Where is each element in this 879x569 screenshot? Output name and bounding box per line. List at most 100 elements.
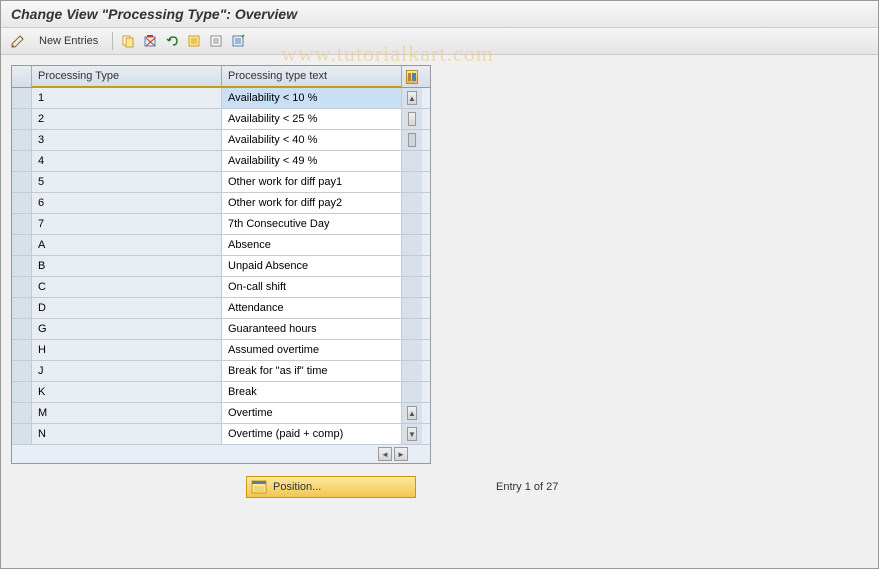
cell-processing-type[interactable]: C — [32, 277, 222, 297]
cell-processing-text[interactable]: Break for "as if" time — [222, 361, 402, 381]
scroll-thumb[interactable] — [408, 112, 416, 126]
table-row[interactable]: 4Availability < 49 % — [12, 151, 430, 172]
table-row[interactable]: NOvertime (paid + comp) ▼ — [12, 424, 430, 445]
scroll-cell — [402, 151, 422, 171]
row-marker-header[interactable] — [12, 66, 32, 87]
position-button[interactable]: Position... — [246, 476, 416, 498]
table-row[interactable]: AAbsence — [12, 235, 430, 256]
cell-processing-text[interactable]: Other work for diff pay1 — [222, 172, 402, 192]
cell-processing-text[interactable]: Attendance — [222, 298, 402, 318]
row-marker[interactable] — [12, 172, 32, 192]
row-marker[interactable] — [12, 214, 32, 234]
table-row[interactable]: KBreak — [12, 382, 430, 403]
cell-processing-text[interactable]: Guaranteed hours — [222, 319, 402, 339]
row-marker[interactable] — [12, 235, 32, 255]
new-entries-button[interactable]: New Entries — [31, 33, 106, 49]
row-marker[interactable] — [12, 109, 32, 129]
row-marker[interactable] — [12, 88, 32, 108]
scroll-cell — [402, 382, 422, 402]
cell-processing-type[interactable]: M — [32, 403, 222, 423]
row-marker[interactable] — [12, 277, 32, 297]
scroll-up-small-icon[interactable]: ▲ — [407, 406, 417, 420]
cell-processing-type[interactable]: A — [32, 235, 222, 255]
delete-icon[interactable] — [141, 32, 159, 50]
cell-processing-text[interactable]: Availability < 40 % — [222, 130, 402, 150]
scroll-cell — [402, 298, 422, 318]
copy-icon[interactable] — [119, 32, 137, 50]
cell-processing-text[interactable]: Overtime — [222, 403, 402, 423]
cell-processing-type[interactable]: D — [32, 298, 222, 318]
select-all-icon[interactable] — [185, 32, 203, 50]
undo-icon[interactable] — [163, 32, 181, 50]
row-marker[interactable] — [12, 151, 32, 171]
table-row[interactable]: 1Availability < 10 % ▲ — [12, 88, 430, 109]
row-marker[interactable] — [12, 361, 32, 381]
scroll-cell — [402, 130, 422, 150]
cell-processing-type[interactable]: 4 — [32, 151, 222, 171]
cell-processing-type[interactable]: 3 — [32, 130, 222, 150]
print-icon[interactable] — [229, 32, 247, 50]
table-row[interactable]: GGuaranteed hours — [12, 319, 430, 340]
table-settings-button[interactable] — [402, 66, 422, 87]
row-marker[interactable] — [12, 424, 32, 444]
cell-processing-text[interactable]: Other work for diff pay2 — [222, 193, 402, 213]
column-header-type[interactable]: Processing Type — [32, 66, 222, 87]
cell-processing-type[interactable]: 5 — [32, 172, 222, 192]
scroll-up-icon[interactable]: ▲ — [407, 91, 417, 105]
scroll-down-icon[interactable]: ▼ — [407, 427, 417, 441]
cell-processing-text[interactable]: Availability < 49 % — [222, 151, 402, 171]
cell-processing-type[interactable]: J — [32, 361, 222, 381]
row-marker[interactable] — [12, 403, 32, 423]
table-row[interactable]: 77th Consecutive Day — [12, 214, 430, 235]
row-marker[interactable] — [12, 340, 32, 360]
cell-processing-text[interactable]: Availability < 25 % — [222, 109, 402, 129]
table-row[interactable]: 2Availability < 25 % — [12, 109, 430, 130]
cell-processing-type[interactable]: 7 — [32, 214, 222, 234]
table-row[interactable]: 5Other work for diff pay1 — [12, 172, 430, 193]
cell-processing-type[interactable]: B — [32, 256, 222, 276]
cell-processing-type[interactable]: 1 — [32, 88, 222, 108]
cell-processing-text[interactable]: Availability < 10 % — [222, 88, 402, 108]
scroll-cell — [402, 361, 422, 381]
cell-processing-type[interactable]: 6 — [32, 193, 222, 213]
cell-processing-type[interactable]: H — [32, 340, 222, 360]
cell-processing-text[interactable]: Assumed overtime — [222, 340, 402, 360]
cell-processing-text[interactable]: 7th Consecutive Day — [222, 214, 402, 234]
cell-processing-type[interactable]: N — [32, 424, 222, 444]
deselect-all-icon[interactable] — [207, 32, 225, 50]
table-row[interactable]: 3Availability < 40 % — [12, 130, 430, 151]
table-row[interactable]: 6Other work for diff pay2 — [12, 193, 430, 214]
cell-processing-type[interactable]: K — [32, 382, 222, 402]
scroll-track[interactable] — [408, 133, 416, 147]
scroll-cell — [402, 277, 422, 297]
column-header-text[interactable]: Processing type text — [222, 66, 402, 87]
scroll-cell — [402, 235, 422, 255]
row-marker[interactable] — [12, 382, 32, 402]
scroll-cell — [402, 214, 422, 234]
table-row[interactable]: JBreak for "as if" time — [12, 361, 430, 382]
table-row[interactable]: DAttendance — [12, 298, 430, 319]
table-row[interactable]: COn-call shift — [12, 277, 430, 298]
table-row[interactable]: BUnpaid Absence — [12, 256, 430, 277]
row-marker[interactable] — [12, 193, 32, 213]
cell-processing-type[interactable]: 2 — [32, 109, 222, 129]
cell-processing-text[interactable]: Unpaid Absence — [222, 256, 402, 276]
change-icon[interactable] — [9, 32, 27, 50]
row-marker[interactable] — [12, 319, 32, 339]
row-marker[interactable] — [12, 298, 32, 318]
cell-processing-type[interactable]: G — [32, 319, 222, 339]
scroll-left-icon[interactable]: ◄ — [378, 447, 392, 461]
cell-processing-text[interactable]: Break — [222, 382, 402, 402]
processing-type-table: Processing Type Processing type text 1Av… — [11, 65, 431, 464]
cell-processing-text[interactable]: Absence — [222, 235, 402, 255]
table-row[interactable]: HAssumed overtime — [12, 340, 430, 361]
horizontal-scrollbar[interactable]: ◄ ► — [12, 445, 430, 463]
cell-processing-text[interactable]: On-call shift — [222, 277, 402, 297]
table-row[interactable]: MOvertime ▲ — [12, 403, 430, 424]
scroll-right-icon[interactable]: ► — [394, 447, 408, 461]
position-label: Position... — [273, 481, 321, 493]
row-marker[interactable] — [12, 130, 32, 150]
scroll-cell: ▼ — [402, 424, 422, 444]
row-marker[interactable] — [12, 256, 32, 276]
cell-processing-text[interactable]: Overtime (paid + comp) — [222, 424, 402, 444]
